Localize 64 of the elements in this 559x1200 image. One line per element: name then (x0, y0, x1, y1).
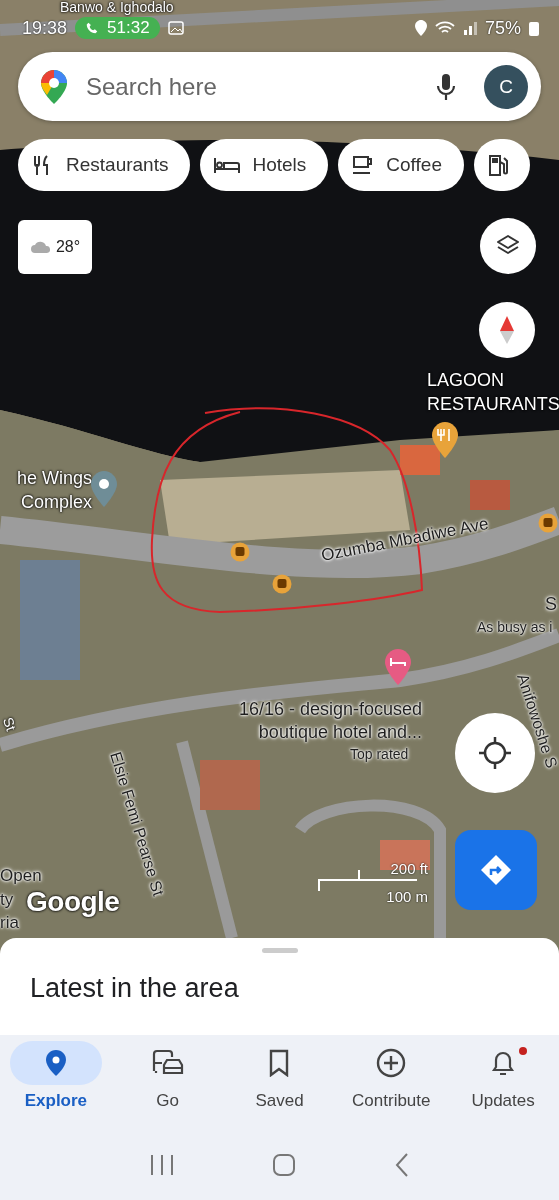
building-roof (470, 480, 510, 510)
microphone-icon[interactable] (436, 72, 456, 101)
drag-handle[interactable] (261, 948, 298, 953)
bus-stop-icon (230, 542, 250, 562)
location-icon (414, 20, 427, 36)
map-label: S (545, 594, 557, 615)
map-pin-logo-icon (40, 68, 68, 105)
map-label: ria (0, 913, 19, 933)
fork-knife-pin-icon (431, 421, 459, 459)
bus-and-car-icon (150, 1049, 185, 1077)
recent-apps-icon[interactable] (148, 1153, 175, 1177)
status-time: 19:38 (22, 17, 68, 39)
notification-dot (519, 1047, 528, 1055)
restaurants-chip[interactable]: Restaurants (18, 139, 191, 191)
nav-tab[interactable]: Contribute (335, 1041, 448, 1130)
turn-sign-icon (479, 853, 513, 887)
bus-stop-icon (272, 574, 292, 594)
nav-tab[interactable]: Updates (447, 1041, 559, 1130)
bed-icon (214, 156, 241, 174)
map-label: St (0, 715, 20, 733)
wifi-icon (434, 20, 455, 36)
hotels-chip[interactable]: Hotels (200, 139, 329, 191)
map-label: Ozumba Mbadiwe Ave (319, 514, 491, 566)
crosshair-icon (478, 736, 512, 770)
fuel-pump-icon (487, 154, 508, 176)
nav-tab[interactable]: Saved (223, 1041, 336, 1130)
nav-tab[interactable]: Explore (0, 1041, 112, 1130)
search-field[interactable]: Search here C (18, 52, 541, 121)
map-label: ty (0, 890, 14, 910)
account-avatar[interactable]: C (484, 64, 528, 109)
bell-icon (490, 1049, 517, 1077)
nav-tab[interactable]: Go (111, 1041, 224, 1130)
google-logo: Google (26, 886, 120, 918)
phone-icon (85, 21, 100, 35)
map-label: Open (0, 866, 42, 886)
sheet-title: Latest in the area (30, 973, 239, 1004)
bookmark-icon (268, 1049, 291, 1077)
back-icon[interactable] (394, 1152, 411, 1178)
map-label: Top rated (350, 746, 409, 762)
map-label: As busy as i (477, 619, 553, 635)
coffee-cup-icon (352, 154, 375, 176)
battery-icon (529, 20, 539, 36)
plus-circle-icon (376, 1048, 407, 1078)
compass-needle-icon (497, 315, 517, 345)
map-label: he Wings Complex (15, 467, 92, 514)
location-pin-icon (44, 1049, 67, 1077)
battery-percentage: 75% (484, 17, 521, 39)
map-label: LAGOON RESTAURANTS (427, 369, 559, 416)
building-roof (200, 760, 260, 810)
map-label: Banwo & Ighodalo (60, 0, 174, 15)
scale-label: 200 ft (390, 860, 428, 877)
map-label: 16/16 - design-focused boutique hotel and... (237, 698, 422, 744)
weather-chip[interactable]: 28° (18, 220, 92, 274)
bus-stop-icon (538, 513, 558, 533)
directions-button[interactable] (455, 830, 537, 910)
cloud-icon (29, 240, 52, 254)
signal-icon (462, 21, 477, 35)
map-pin-icon (90, 470, 118, 508)
bed-pin-icon (384, 648, 412, 686)
building-roof (400, 445, 440, 475)
scale-label: 100 m (386, 888, 428, 905)
gallery-icon (167, 21, 184, 35)
coffee-chip[interactable]: Coffee (338, 139, 464, 191)
home-icon[interactable] (272, 1153, 297, 1177)
